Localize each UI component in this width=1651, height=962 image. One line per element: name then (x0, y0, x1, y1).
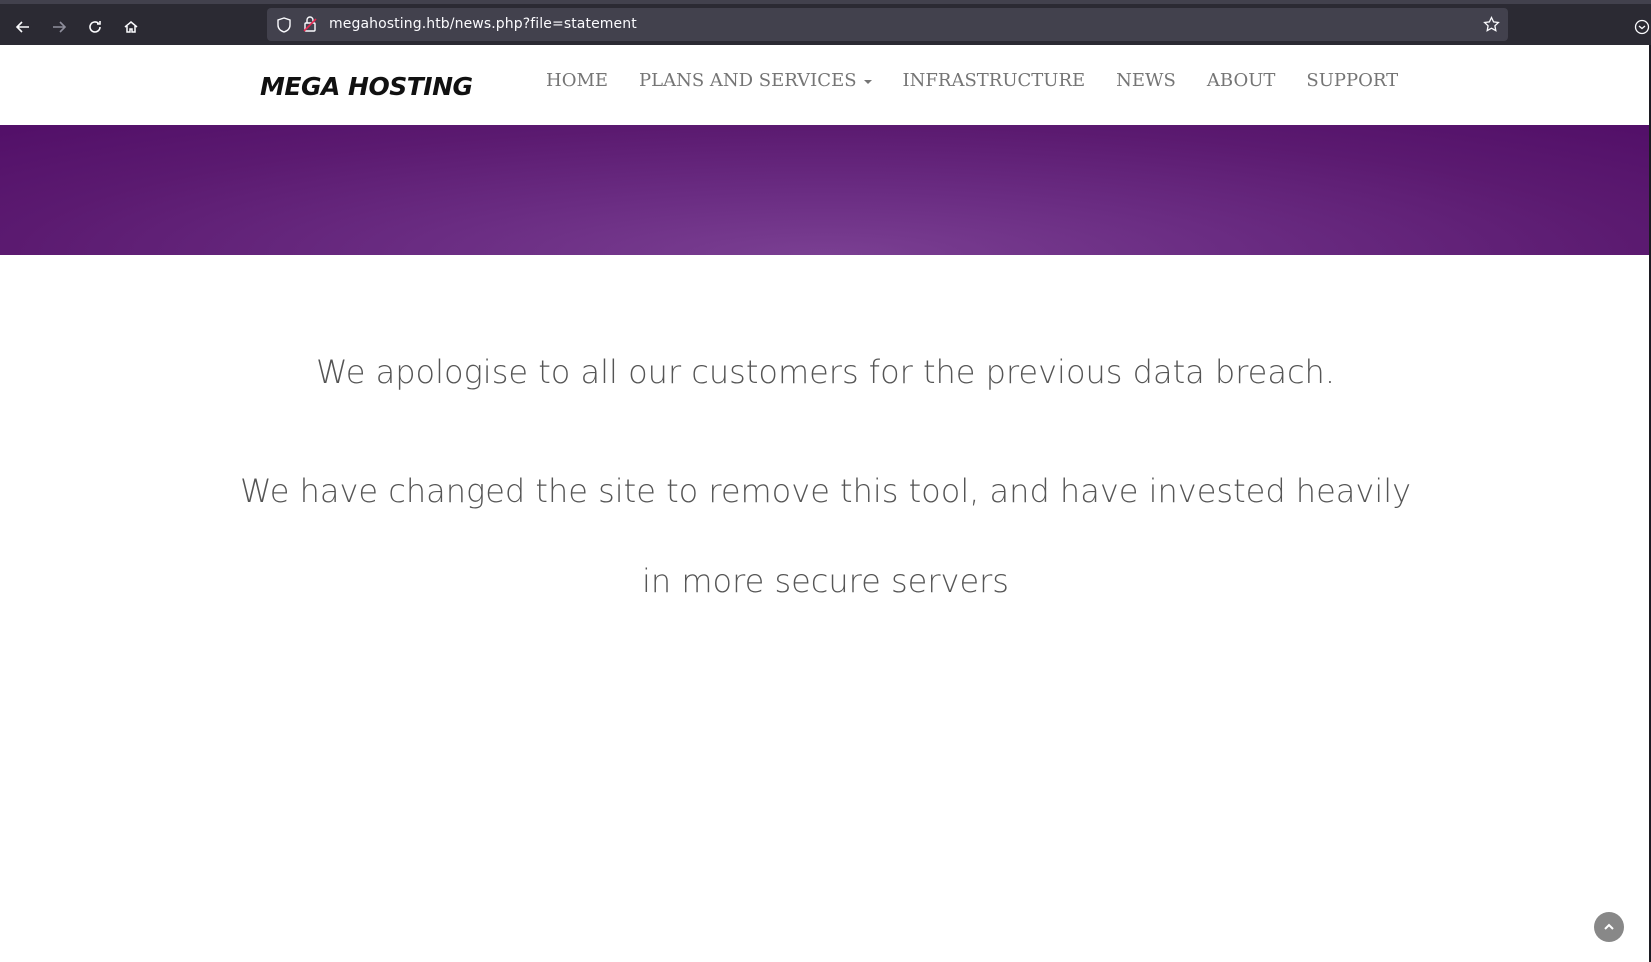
statement-line-2: We have changed the site to remove this … (239, 472, 1412, 510)
back-button[interactable] (7, 11, 39, 43)
shield-icon[interactable] (277, 17, 291, 33)
url-bar[interactable]: megahosting.htb/news.php?file=statement (267, 8, 1508, 41)
nav-news[interactable]: NEWS (1116, 70, 1176, 91)
browser-toolbar: megahosting.htb/news.php?file=statement (0, 0, 1651, 45)
back-arrow-icon (15, 21, 29, 33)
nav-support[interactable]: SUPPORT (1306, 70, 1398, 91)
page-viewport: MEGA HOSTING HOME PLANS AND SERVICES INF… (0, 45, 1651, 962)
statement-line-1: We apologise to all our customers for th… (316, 353, 1335, 391)
url-text[interactable]: megahosting.htb/news.php?file=statement (329, 16, 637, 32)
reload-button[interactable] (79, 11, 111, 43)
nav-about[interactable]: ABOUT (1207, 70, 1276, 91)
statement-line-3: in more secure servers (642, 562, 1009, 600)
main-nav: HOME PLANS AND SERVICES INFRASTRUCTURE N… (546, 70, 1429, 91)
caret-down-icon (863, 79, 872, 84)
nav-plans-and-services[interactable]: PLANS AND SERVICES (639, 70, 872, 91)
extension-icon[interactable] (1634, 19, 1650, 35)
star-icon[interactable] (1483, 16, 1500, 33)
forward-arrow-icon (53, 21, 67, 33)
nav-home[interactable]: HOME (546, 70, 608, 91)
hero-banner (0, 125, 1649, 255)
site-header: MEGA HOSTING HOME PLANS AND SERVICES INF… (0, 45, 1649, 125)
reload-icon (89, 21, 101, 33)
site-logo[interactable]: MEGA HOSTING (260, 72, 473, 101)
lock-icon[interactable] (303, 16, 317, 32)
chevron-up-icon (1604, 923, 1614, 930)
scroll-to-top-button[interactable] (1594, 912, 1624, 942)
home-button[interactable] (115, 11, 147, 43)
nav-infrastructure[interactable]: INFRASTRUCTURE (903, 70, 1086, 91)
home-icon (124, 21, 138, 33)
forward-button[interactable] (43, 11, 75, 43)
